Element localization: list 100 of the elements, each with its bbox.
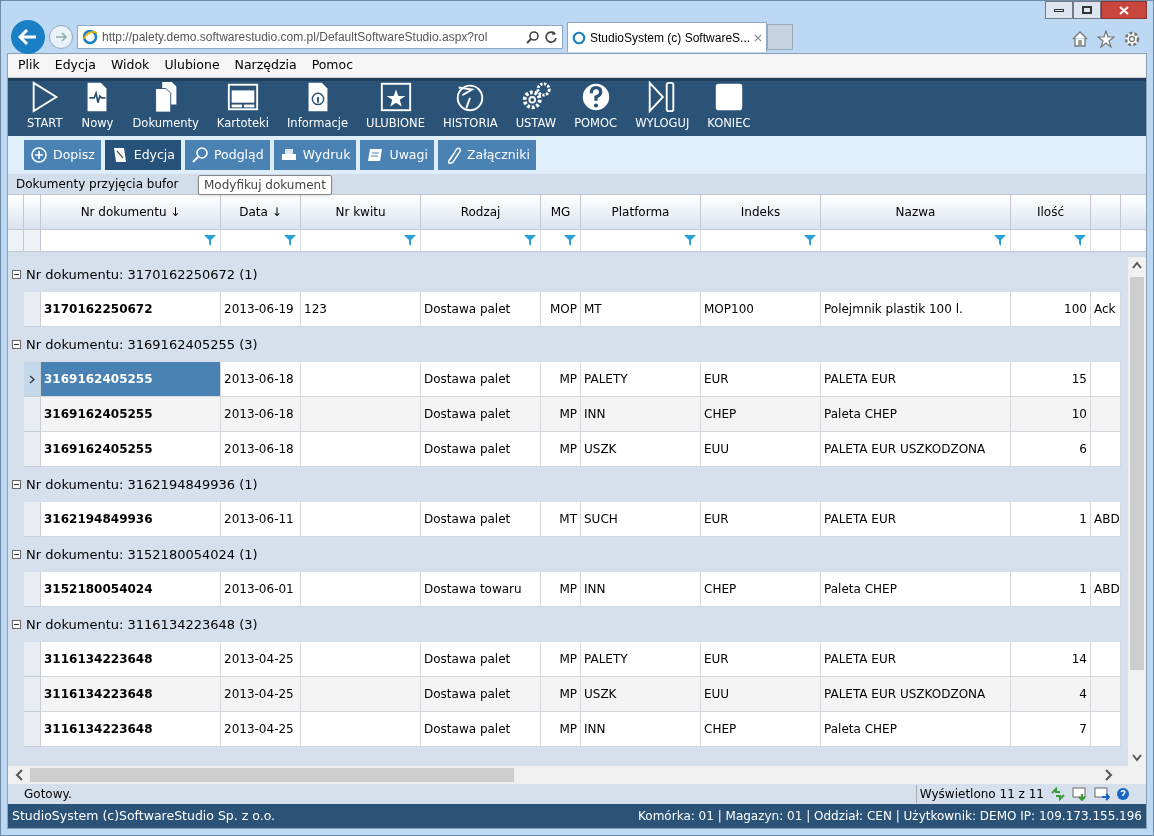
refresh-icon[interactable]	[544, 30, 558, 44]
forward-button[interactable]	[49, 25, 73, 49]
table-cell: EUU	[701, 677, 821, 712]
collapse-toggle[interactable]	[12, 620, 21, 629]
group-header: Nr dokumentu: 3162194849936 (1)	[26, 475, 258, 494]
browser-tab[interactable]: StudioSystem (c) SoftwareS...	[567, 22, 767, 52]
action-button[interactable]: Uwagi	[360, 140, 434, 170]
toolbar-button[interactable]: ULUBIONE	[357, 79, 434, 132]
close-icon[interactable]	[754, 32, 762, 43]
row-indicator[interactable]	[24, 362, 41, 397]
column-header[interactable]: Ilość	[1011, 195, 1091, 229]
horizontal-scrollbar[interactable]	[8, 766, 1146, 784]
action-button[interactable]: Załączniki	[437, 140, 536, 170]
table-cell: INN	[581, 712, 701, 747]
forward-arrow-icon	[55, 32, 67, 42]
home-icon[interactable]	[1071, 30, 1089, 48]
filter-icon[interactable]	[804, 235, 816, 246]
table-cell: EUR	[701, 362, 821, 397]
toolbar-button[interactable]: Kartoteki	[207, 79, 278, 132]
table-cell: SUCH	[581, 502, 701, 537]
column-header[interactable]: Nazwa	[821, 195, 1011, 229]
toolbar-button[interactable]: POMOC	[565, 79, 627, 132]
table-cell: 100	[1011, 292, 1091, 327]
filter-icon[interactable]	[564, 235, 576, 246]
table-cell: INN	[581, 397, 701, 432]
table-cell: 3169162405255	[41, 362, 221, 397]
menu-item[interactable]: Widok	[111, 56, 150, 75]
new-tab-button[interactable]	[767, 24, 793, 50]
address-bar[interactable]: http://palety.demo.softwarestudio.com.pl/DefaultSoftwareStudio.aspx?rol	[77, 25, 563, 49]
table-cell: CHEP	[701, 397, 821, 432]
toolbar-button[interactable]: Nowy	[71, 79, 124, 132]
table-cell: PALETA EUR	[821, 502, 1011, 537]
table-cell: USZK	[581, 677, 701, 712]
column-header[interactable]: MG	[541, 195, 581, 229]
menu-item[interactable]: Ulubione	[164, 56, 220, 75]
filter-icon[interactable]	[994, 235, 1006, 246]
menu-item[interactable]: Narzędzia	[234, 56, 297, 75]
menu-item[interactable]: Plik	[18, 56, 40, 75]
footer-text: StudioSystem (c)SoftwareStudio Sp. z o.o.	[12, 806, 276, 825]
toolbar-button[interactable]: Dokumenty	[123, 79, 208, 132]
action-button[interactable]: Podgląd	[185, 140, 270, 170]
menu-item[interactable]: Pomoc	[311, 56, 354, 75]
filter-icon[interactable]	[284, 235, 296, 246]
status-text: Gotowy.	[24, 786, 73, 803]
table-cell: INN	[581, 572, 701, 607]
filter-icon[interactable]	[1074, 235, 1086, 246]
toolbar-button[interactable]: WYLOGUJ	[626, 79, 699, 132]
note-icon	[366, 146, 385, 164]
menu-item[interactable]: Edycja	[54, 56, 96, 75]
collapse-toggle[interactable]	[12, 550, 21, 559]
export-icon[interactable]	[1072, 787, 1088, 801]
table-cell: EUU	[701, 432, 821, 467]
column-header[interactable]: Rodzaj	[421, 195, 541, 229]
help-icon[interactable]	[1116, 787, 1130, 801]
filter-icon[interactable]	[524, 235, 536, 246]
action-button[interactable]: Edycja	[104, 140, 181, 170]
table-cell: 1	[1011, 502, 1091, 537]
search-icon[interactable]	[526, 30, 540, 44]
close-button[interactable]	[1101, 1, 1147, 19]
table-cell: 3116134223648	[41, 642, 221, 677]
table-cell: Dostawa palet	[421, 292, 541, 327]
action-button[interactable]: Dopisz	[24, 140, 101, 170]
toolbar-button[interactable]: USTAW	[506, 79, 566, 132]
grid-caption: Dokumenty przyjęcia bufor	[16, 176, 179, 193]
star-icon[interactable]	[1097, 30, 1115, 48]
column-header[interactable]: Platforma	[581, 195, 701, 229]
minimize-button[interactable]	[1045, 1, 1073, 19]
table-cell: ABD	[1091, 572, 1121, 607]
action-button[interactable]: Wydruk	[273, 140, 357, 170]
column-header[interactable]: Nr dokumentu ↓	[41, 195, 221, 229]
filter-icon[interactable]	[404, 235, 416, 246]
table-cell: 14	[1011, 642, 1091, 677]
refresh-arrows-icon[interactable]	[1050, 787, 1066, 801]
table-cell: 1	[1011, 572, 1091, 607]
column-header[interactable]: Nr kwitu	[301, 195, 421, 229]
table-cell: Polejmnik plastik 100 l.	[821, 292, 1011, 327]
table-cell: 3116134223648	[41, 712, 221, 747]
settings-icon[interactable]	[1123, 30, 1141, 48]
column-header[interactable]: Data ↓	[221, 195, 301, 229]
toolbar-button[interactable]: START	[18, 79, 72, 132]
table-cell: 123	[301, 292, 421, 327]
toolbar-button[interactable]: HISTORIA	[434, 79, 507, 132]
filter-icon[interactable]	[684, 235, 696, 246]
collapse-toggle[interactable]	[12, 270, 21, 279]
back-button[interactable]	[11, 20, 45, 54]
session-info: Komórka: 01 | Magazyn: 01 | Oddział: CEN | Użytkownik: DEMO IP: 109.173.155.196	[638, 808, 1142, 825]
vertical-scrollbar[interactable]	[1128, 257, 1146, 766]
maximize-button[interactable]	[1073, 1, 1101, 19]
filter-icon[interactable]	[204, 235, 216, 246]
column-header[interactable]: Indeks	[701, 195, 821, 229]
collapse-toggle[interactable]	[12, 340, 21, 349]
table-cell: 2013-06-19	[221, 292, 301, 327]
toolbar-button[interactable]: Informacje	[277, 79, 358, 132]
table-cell: Paleta CHEP	[821, 712, 1011, 747]
table-cell: MP	[541, 362, 581, 397]
table-cell: USZK	[581, 432, 701, 467]
send-icon[interactable]	[1094, 787, 1110, 801]
toolbar-button[interactable]: KONIEC	[698, 79, 760, 132]
table-cell: PALETY	[581, 642, 701, 677]
collapse-toggle[interactable]	[12, 480, 21, 489]
